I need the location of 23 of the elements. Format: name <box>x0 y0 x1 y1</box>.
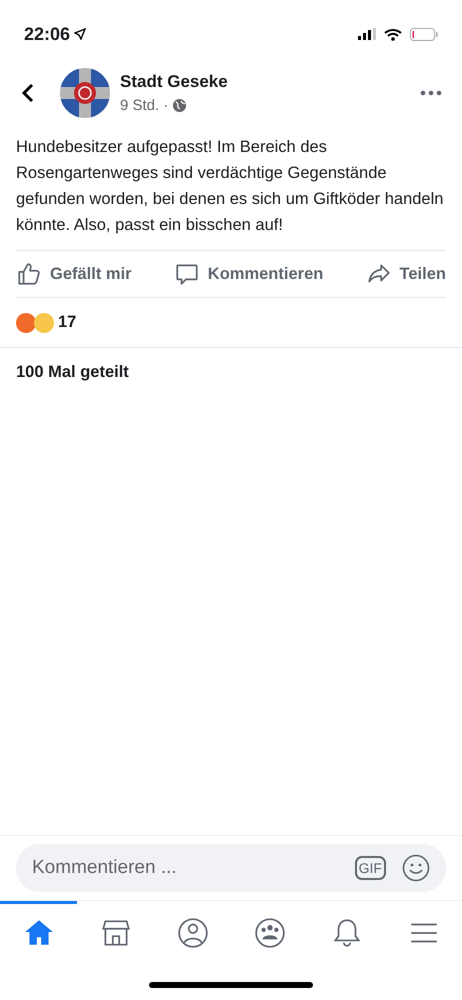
post-time: 9 Std. · <box>120 96 168 116</box>
post-action-button[interactable]: Gefällt mir <box>16 261 132 287</box>
signal-icon <box>358 28 376 40</box>
share-count[interactable]: 100 Mal geteilt <box>0 348 462 385</box>
back-icon[interactable] <box>20 82 36 104</box>
profile-icon <box>176 916 210 950</box>
author-name[interactable]: Stadt Geseke <box>120 69 228 94</box>
wifi-icon <box>384 28 402 40</box>
groups-icon <box>252 916 286 950</box>
status-time: 22:06 <box>24 22 70 46</box>
thumbs-up-icon <box>16 261 42 287</box>
gif-button[interactable]: GIF <box>354 856 386 880</box>
avatar <box>60 68 110 118</box>
emoji-icon[interactable] <box>402 854 430 882</box>
location-arrow-icon <box>74 28 86 40</box>
post-action-button[interactable]: Teilen <box>366 261 446 287</box>
comment-field[interactable]: Kommentieren ... GIF <box>16 844 446 892</box>
more-options-icon[interactable] <box>420 90 442 96</box>
globe-icon <box>172 98 188 114</box>
battery-icon <box>410 28 438 40</box>
reaction-count[interactable]: 17 <box>58 310 76 335</box>
post-action-button[interactable]: Kommentieren <box>174 261 324 287</box>
post-text: Hundebesitzer aufgepasst! Im Bereich des Rosengartenweges sind verdächtige Gegenstände gefunden worden, bei denen es sich um Giftköder handeln könnte. Also, passt ein bisschen auf! <box>15 137 444 236</box>
